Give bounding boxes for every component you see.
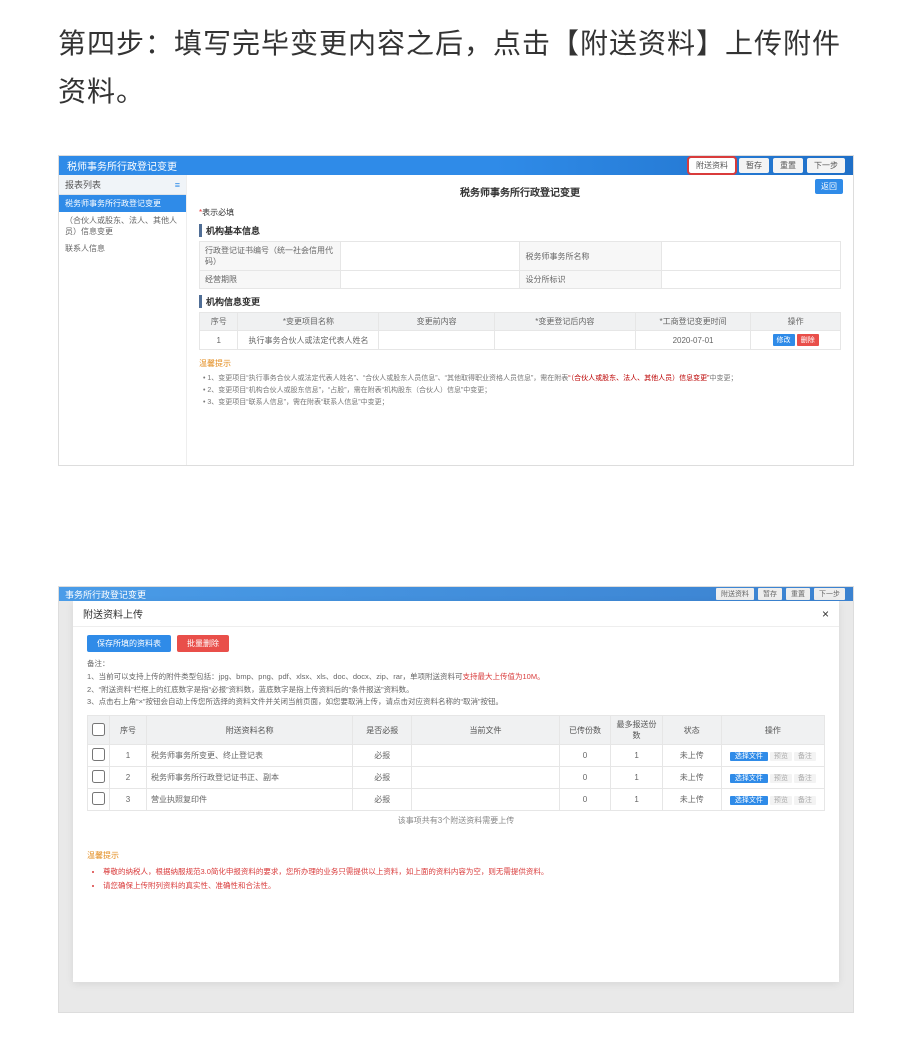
sidebar-item-main[interactable]: 税务师事务所行政登记变更 [59,195,186,212]
warn2-list: 尊敬的纳税人，根据纳服规范3.0简化申报资料的要求，您所办理的业务只需提供以上资… [87,865,825,892]
table-row: 1 执行事务合伙人或法定代表人姓名 2020-07-01 修改 删除 [200,331,841,350]
remark-button[interactable]: 备注 [794,774,816,783]
batch-delete-button[interactable]: 批量删除 [177,635,229,652]
select-all-checkbox[interactable] [92,723,105,736]
screenshot-upload-modal: 事务所行政登记变更 附送资料 暂存 重置 下一步 附送资料上传 × 保存所填的资… [58,586,854,1013]
table-row: 3营业执照复印件必报01未上传选择文件预览备注 [88,789,825,811]
step-heading: 第四步：填写完毕变更内容之后，点击【附送资料】上传附件资料。 [58,20,854,115]
choose-file-button[interactable]: 选择文件 [730,796,768,805]
remark-button[interactable]: 备注 [794,752,816,761]
table-row: 2税务师事务所行政登记证书正、副本必报01未上传选择文件预览备注 [88,767,825,789]
preview-button[interactable]: 预览 [770,796,792,805]
topbar: 税师事务所行政登记变更 附送资料 暂存 重置 下一步 [59,156,853,175]
change-table: 序号 *变更项目名称 变更前内容 *变更登记后内容 *工商登记变更时间 操作 1… [199,312,841,350]
warn2-heading: 温馨提示 [87,850,825,861]
sidebar-item-partner[interactable]: （合伙人或股东、法人、其他人员）信息变更 [59,212,186,240]
close-icon[interactable]: × [822,607,829,621]
required-tip: 表示必填 [199,207,841,218]
section-change-title: 机构信息变更 [199,295,841,308]
warn-heading: 温馨提示 [199,358,841,369]
preview-button[interactable]: 预览 [770,752,792,761]
upload-table: 序号 附送资料名称 是否必报 当前文件 已传份数 最多报送份数 状态 操作 1税… [87,715,825,811]
save-attachments-button[interactable]: 保存所填的资料表 [87,635,171,652]
main-panel: 返回 税务师事务所行政登记变更 表示必填 机构基本信息 行政登记证书编号（统一社… [187,175,853,465]
upload-summary: 该事项共有3个附送资料需要上传 [87,811,825,830]
row-checkbox[interactable] [92,770,105,783]
topbar-title: 税师事务所行政登记变更 [67,158,177,173]
choose-file-button[interactable]: 选择文件 [730,752,768,761]
table-row: 1税务师事务所变更、终止登记表必报01未上传选择文件预览备注 [88,745,825,767]
bg-next-button[interactable]: 下一步 [814,588,845,600]
row-checkbox[interactable] [92,748,105,761]
next-button[interactable]: 下一步 [807,158,845,173]
warn-list: • 1、变更项目“执行事务合伙人或法定代表人姓名”、“合伙人或股东人员信息”、“… [199,373,841,409]
bg-save-button[interactable]: 暂存 [758,588,782,600]
attach-button[interactable]: 附送资料 [689,158,735,173]
modal-title: 附送资料上传 [83,606,143,621]
delete-button[interactable]: 删除 [797,334,819,346]
basic-info-table: 行政登记证书编号（统一社会信用代码） 税务师事务所名称 经营期限 设分所标识 [199,241,841,289]
page-title: 税务师事务所行政登记变更 [199,184,841,199]
save-button[interactable]: 暂存 [739,158,769,173]
remark-button[interactable]: 备注 [794,796,816,805]
sidebar: 报表列表 ≡ 税务师事务所行政登记变更 （合伙人或股东、法人、其他人员）信息变更… [59,175,187,465]
screenshot-change-form: 税师事务所行政登记变更 附送资料 暂存 重置 下一步 报表列表 ≡ 税务师事务所… [58,155,854,466]
bg-header: 事务所行政登记变更 附送资料 暂存 重置 下一步 [59,587,853,601]
sidebar-item-contact[interactable]: 联系人信息 [59,240,186,257]
choose-file-button[interactable]: 选择文件 [730,774,768,783]
notes: 备注： 1、当前可以支持上传的附件类型包括：jpg、bmp、png、pdf、xl… [87,658,825,709]
preview-button[interactable]: 预览 [770,774,792,783]
return-button[interactable]: 返回 [815,179,843,194]
reset-button[interactable]: 重置 [773,158,803,173]
bg-attach-button[interactable]: 附送资料 [716,588,754,600]
upload-modal: 附送资料上传 × 保存所填的资料表 批量删除 备注： 1、当前可以支持上传的附件… [73,601,839,982]
bg-reset-button[interactable]: 重置 [786,588,810,600]
menu-icon: ≡ [175,180,180,190]
section-basic-title: 机构基本信息 [199,224,841,237]
edit-button[interactable]: 修改 [773,334,795,346]
sidebar-header: 报表列表 ≡ [59,175,186,195]
row-checkbox[interactable] [92,792,105,805]
